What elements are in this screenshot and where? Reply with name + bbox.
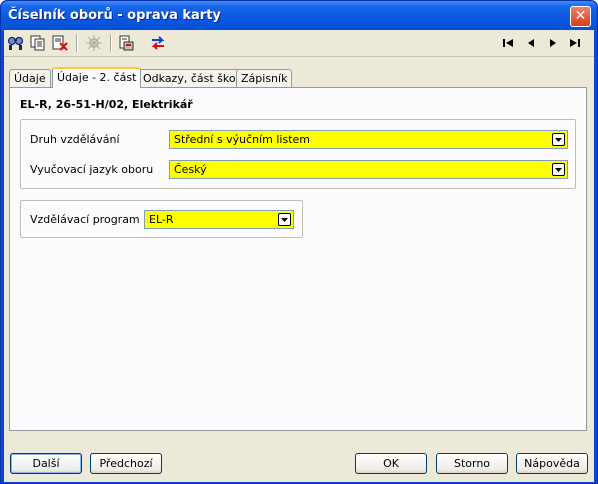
delete-record-icon[interactable]: [50, 33, 70, 53]
copy-record-icon[interactable]: [28, 33, 48, 53]
druh-vzdelavani-select[interactable]: Střední s výučním listem: [169, 130, 568, 149]
vyucovaci-jazyk-value: Český: [174, 163, 207, 176]
study-details-group: Druh vzdělávání Střední s výučním listem…: [20, 119, 576, 189]
vzdelavaci-program-value: EL-R: [149, 213, 174, 226]
druh-vzdelavani-value: Střední s výučním listem: [174, 133, 310, 146]
tab-label: Odkazy, část školy: [143, 72, 246, 85]
toolbar: [4, 30, 594, 57]
vzdelavaci-program-select[interactable]: EL-R: [144, 210, 294, 229]
tab-zapisnik[interactable]: Zápisník: [236, 69, 293, 87]
close-button[interactable]: ✕: [570, 6, 591, 27]
tab-label: Údaje: [14, 72, 46, 85]
druh-vzdelavani-label: Druh vzdělávání: [30, 133, 120, 146]
previous-record-icon[interactable]: [522, 35, 540, 51]
tab-label: Zápisník: [241, 72, 288, 85]
settings-disabled-icon: [84, 33, 104, 53]
next-record-icon[interactable]: [544, 35, 562, 51]
ok-button[interactable]: OK: [355, 453, 427, 474]
title-bar[interactable]: Číselník oborů - oprava karty ✕: [1, 1, 597, 30]
vzdelavaci-program-label: Vzdělávací program: [30, 213, 140, 226]
toolbar-separator: [76, 34, 77, 52]
tab-label: Údaje - 2. část: [57, 71, 137, 84]
find-icon[interactable]: [6, 33, 26, 53]
program-group: Vzdělávací program EL-R: [20, 200, 303, 238]
window-title: Číselník oborů - oprava karty: [8, 8, 221, 23]
help-button[interactable]: Nápověda: [516, 453, 588, 474]
chevron-down-icon[interactable]: [278, 213, 291, 226]
vyucovaci-jazyk-select[interactable]: Český: [169, 160, 568, 179]
transfer-icon[interactable]: [148, 33, 168, 53]
chevron-down-icon[interactable]: [552, 133, 565, 146]
dialog-client-area: Údaje Údaje - 2. část Odkazy, část školy…: [4, 30, 594, 482]
tab-udaje-2-cast[interactable]: Údaje - 2. část: [52, 67, 142, 88]
tab-odkazy-cast-skoly[interactable]: Odkazy, část školy: [138, 69, 251, 87]
toolbar-separator: [110, 34, 111, 52]
next-button[interactable]: Další: [10, 453, 82, 474]
first-record-icon[interactable]: [499, 35, 517, 51]
record-heading: EL-R, 26-51-H/02, Elektrikář: [20, 98, 193, 111]
close-icon: ✕: [574, 8, 587, 24]
vyucovaci-jazyk-label: Vyučovací jazyk oboru: [30, 163, 154, 176]
dialog-window: Číselník oborů - oprava karty ✕ Údaje Úd…: [0, 0, 598, 484]
last-record-icon[interactable]: [566, 35, 584, 51]
previous-button[interactable]: Předchozí: [90, 453, 162, 474]
tab-panel: EL-R, 26-51-H/02, Elektrikář Druh vzdělá…: [9, 87, 587, 431]
print-icon[interactable]: [116, 33, 136, 53]
chevron-down-icon[interactable]: [552, 163, 565, 176]
tab-udaje[interactable]: Údaje: [9, 69, 51, 87]
cancel-button[interactable]: Storno: [436, 453, 508, 474]
